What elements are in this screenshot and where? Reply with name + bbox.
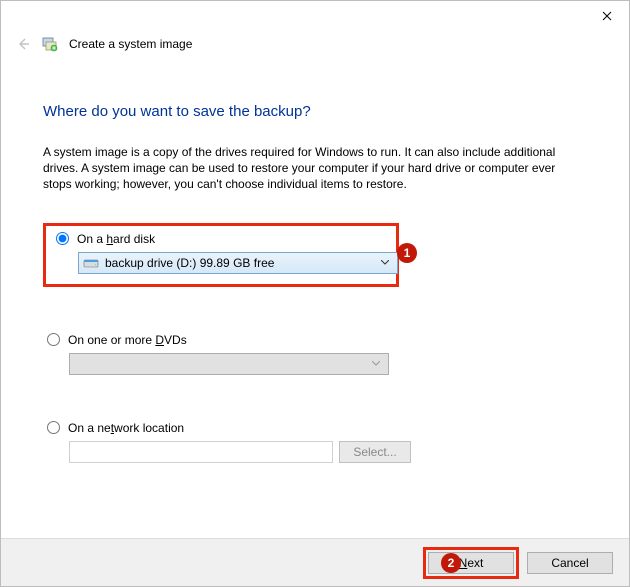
page-heading: Where do you want to save the backup? (43, 103, 587, 120)
window-title: Create a system image (69, 37, 192, 51)
window-close-button[interactable] (584, 1, 629, 31)
close-icon (602, 11, 612, 21)
annotation-badge-2: 2 (441, 553, 461, 573)
dvd-drive-dropdown (69, 353, 389, 375)
harddisk-drive-dropdown[interactable]: backup drive (D:) 99.89 GB free (78, 252, 398, 274)
radio-dvd[interactable] (47, 333, 60, 346)
page-description: A system image is a copy of the drives r… (43, 144, 587, 193)
cancel-button[interactable]: Cancel (527, 552, 613, 574)
radio-harddisk-label[interactable]: On a hard disk (77, 232, 155, 246)
navigation-header: Create a system image (1, 31, 629, 53)
dvd-option-section: On one or more DVDs (43, 333, 587, 375)
network-select-button: Select... (339, 441, 411, 463)
network-path-input[interactable] (69, 441, 333, 463)
network-option-section: On a network location Select... (43, 421, 587, 463)
annotation-badge-1: 1 (397, 243, 417, 263)
footer-bar: Next Cancel (1, 538, 629, 586)
chevron-down-icon (368, 361, 384, 366)
system-image-icon (41, 35, 59, 53)
next-button-highlight: Next (423, 547, 519, 579)
drive-icon (83, 257, 99, 269)
harddisk-drive-selected: backup drive (D:) 99.89 GB free (105, 256, 377, 270)
harddisk-option-highlight: On a hard disk backup drive (D:) 99.89 G… (43, 223, 399, 287)
back-button[interactable] (15, 36, 31, 52)
back-arrow-icon (16, 37, 30, 51)
radio-harddisk[interactable] (56, 232, 69, 245)
radio-network[interactable] (47, 421, 60, 434)
radio-network-label[interactable]: On a network location (68, 421, 184, 435)
title-bar (1, 1, 629, 31)
content-area: Where do you want to save the backup? A … (1, 53, 629, 463)
chevron-down-icon (377, 260, 393, 265)
radio-dvd-label[interactable]: On one or more DVDs (68, 333, 187, 347)
